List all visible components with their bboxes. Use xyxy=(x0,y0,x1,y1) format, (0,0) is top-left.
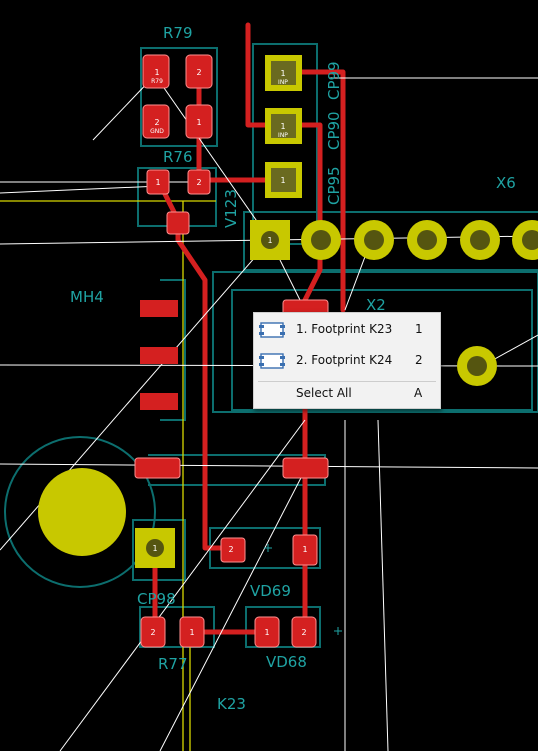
pad-net: INP xyxy=(278,79,288,86)
pad-number: 2 xyxy=(154,118,159,127)
pad-number: 1 xyxy=(154,68,159,77)
ref-label-vd68: VD68 xyxy=(266,653,307,671)
pad-number: 1 xyxy=(196,118,201,127)
menu-item-label: 2. Footprint K24 xyxy=(296,353,393,367)
menu-item-shortcut: 1 xyxy=(415,322,423,336)
pad-number: 2 xyxy=(228,545,233,554)
ref-label-mh4: MH4 xyxy=(70,288,104,306)
menu-item-label: Select All xyxy=(296,386,352,400)
ref-label-cp98: CP98 xyxy=(137,590,176,608)
menu-item-footprint-k23[interactable]: 1. Footprint K23 1 xyxy=(254,316,440,344)
footprint-icon xyxy=(259,322,285,338)
pad-number: 1 xyxy=(280,176,285,185)
mounting-hole-pad[interactable] xyxy=(38,468,126,556)
pad-number: 1 xyxy=(280,69,285,78)
menu-item-label: 1. Footprint K23 xyxy=(296,322,393,336)
menu-item-shortcut: A xyxy=(414,386,423,400)
pad-number: 1 xyxy=(152,544,157,553)
selection-context-menu: 1. Footprint K23 1 2. Footprint K24 2 Se… xyxy=(253,312,441,409)
pad-number: 1 xyxy=(264,628,269,637)
footprint-icon xyxy=(259,353,285,369)
ref-label-r79: R79 xyxy=(163,24,193,42)
pad-number: 1 xyxy=(155,178,160,187)
ref-label-v123: V123 xyxy=(222,189,240,228)
pad-number: 2 xyxy=(301,628,306,637)
pad-net: R79 xyxy=(151,78,163,85)
mh4-pads[interactable] xyxy=(140,300,178,410)
pad-number: 2 xyxy=(196,68,201,77)
pad-number: 1 xyxy=(189,628,194,637)
pad-number: 2 xyxy=(196,178,201,187)
ref-label-r76: R76 xyxy=(163,148,193,166)
pad-number: 1 xyxy=(280,122,285,131)
pad-number: 1 xyxy=(267,236,272,245)
pad-net: INP xyxy=(278,132,288,139)
ref-label-cp90: CP90 xyxy=(325,111,343,150)
ref-label-k23: K23 xyxy=(217,695,246,713)
pad-number: 1 xyxy=(302,545,307,554)
menu-item-footprint-k24[interactable]: 2. Footprint K24 2 xyxy=(254,347,440,375)
menu-item-select-all[interactable]: Select All A xyxy=(254,380,440,408)
ref-label-vd69: VD69 xyxy=(250,582,291,600)
pad-net: GND xyxy=(150,128,164,135)
ref-label-x6: X6 xyxy=(496,174,516,192)
pad-number: 2 xyxy=(150,628,155,637)
ref-label-cp95: CP95 xyxy=(325,166,343,205)
ref-label-r77: R77 xyxy=(158,655,188,673)
menu-item-shortcut: 2 xyxy=(415,353,423,367)
ref-label-cp99: CP99 xyxy=(325,61,343,100)
